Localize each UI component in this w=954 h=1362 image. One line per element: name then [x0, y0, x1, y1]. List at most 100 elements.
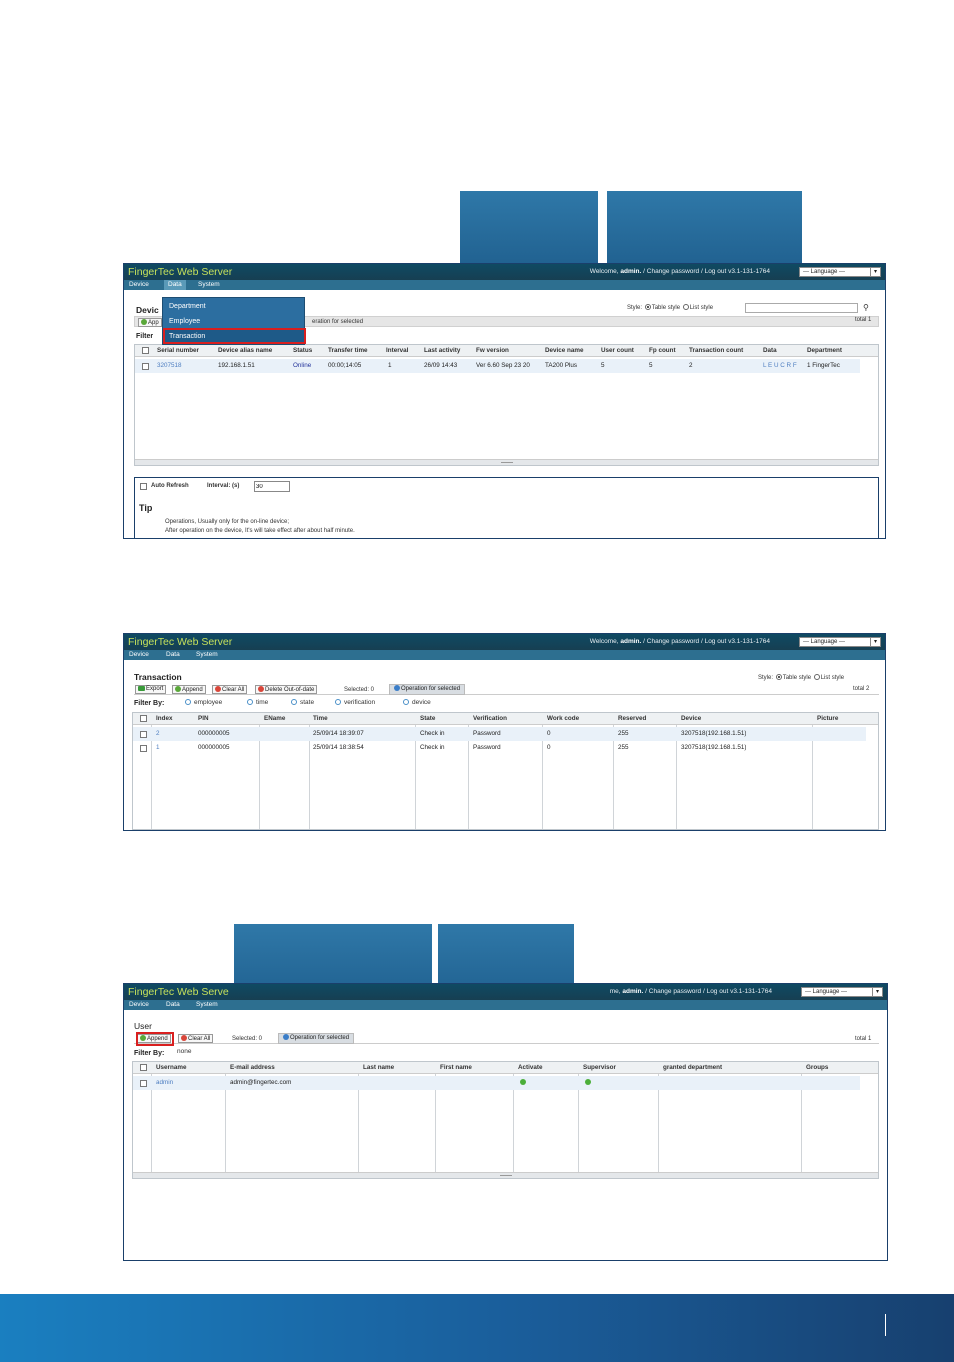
col-serial-number[interactable]: Serial number — [157, 347, 199, 354]
menu-data[interactable]: Data — [164, 280, 186, 290]
col-transfer-time[interactable]: Transfer time — [328, 347, 368, 354]
operation-for-selected[interactable]: eration for selected — [312, 319, 363, 325]
grid-resize-handle[interactable] — [133, 1172, 878, 1178]
cell-fw-version: Ver 6.60 Sep 23 20 — [476, 362, 530, 369]
export-icon — [138, 686, 145, 691]
user-table: Username E-mail address Last name First … — [132, 1061, 879, 1179]
append-button[interactable]: Append — [172, 685, 206, 694]
cell-reserved: 255 — [618, 744, 629, 751]
select-all-checkbox[interactable] — [140, 715, 147, 722]
menu-system[interactable]: System — [196, 651, 218, 658]
table-row[interactable]: 2 000000005 25/09/14 18:39:07 Check in P… — [133, 727, 866, 741]
interval-input[interactable] — [254, 481, 290, 492]
row-checkbox[interactable] — [140, 745, 147, 752]
menu-device[interactable]: Device — [129, 281, 149, 288]
table-header: Serial number Device alias name Status T… — [135, 345, 878, 357]
col-last-activity[interactable]: Last activity — [424, 347, 460, 354]
col-first-name[interactable]: First name — [440, 1064, 472, 1071]
col-time[interactable]: Time — [313, 715, 328, 722]
cell-username[interactable]: admin — [156, 1079, 173, 1086]
col-pin[interactable]: PIN — [198, 715, 209, 722]
select-all-checkbox[interactable] — [140, 1064, 147, 1071]
radio-table-style[interactable] — [644, 304, 651, 310]
col-reserved[interactable]: Reserved — [618, 715, 646, 722]
col-state[interactable]: State — [420, 715, 435, 722]
operation-for-selected[interactable]: Operation for selected — [278, 1033, 355, 1044]
menu-item-employee[interactable]: Employee — [163, 314, 304, 329]
col-groups[interactable]: Groups — [806, 1064, 828, 1071]
col-index[interactable]: Index — [156, 715, 172, 722]
export-button[interactable]: Export — [135, 685, 167, 694]
chevron-down-icon: ▾ — [870, 638, 880, 646]
table-row[interactable]: admin admin@fingertec.com — [133, 1076, 860, 1090]
filter-employee[interactable]: employee — [185, 699, 222, 706]
filter-device[interactable]: device — [403, 699, 431, 706]
cell-index[interactable]: 2 — [156, 730, 160, 737]
col-interval[interactable]: Interval — [386, 347, 408, 354]
col-status[interactable]: Status — [293, 347, 312, 354]
delete-out-of-date-button[interactable]: Delete Out-of-date — [255, 685, 318, 694]
search-input[interactable] — [745, 303, 858, 313]
cell-device: 3207518(192.168.1.51) — [681, 744, 747, 751]
check-icon — [520, 1079, 526, 1085]
col-verification[interactable]: Verification — [473, 715, 507, 722]
col-work-code[interactable]: Work code — [547, 715, 579, 722]
col-supervisor[interactable]: Supervisor — [583, 1064, 616, 1071]
language-select[interactable]: --- Language --- ▾ — [799, 637, 881, 647]
filter-state[interactable]: state — [291, 699, 314, 706]
col-device[interactable]: Device — [681, 715, 701, 722]
total-count: total 2 — [853, 686, 870, 692]
table-row[interactable]: 1 000000005 25/09/14 18:38:54 Check in P… — [133, 741, 866, 755]
row-checkbox[interactable] — [140, 731, 147, 738]
language-select[interactable]: --- Language --- ▾ — [799, 267, 881, 277]
language-select[interactable]: --- Language --- ▾ — [801, 987, 883, 997]
cell-time: 25/09/14 18:39:07 — [313, 730, 364, 737]
col-last-name[interactable]: Last name — [363, 1064, 394, 1071]
cell-data-links[interactable]: L E U C R F — [763, 362, 797, 369]
col-email[interactable]: E-mail address — [230, 1064, 275, 1071]
filter-verification[interactable]: verification — [335, 699, 375, 706]
search-icon — [185, 699, 191, 705]
menu-item-department[interactable]: Department — [163, 299, 304, 314]
col-user-count[interactable]: User count — [601, 347, 634, 354]
cell-last-activity: 26/09 14:43 — [424, 362, 458, 369]
cell-index[interactable]: 1 — [156, 744, 160, 751]
grid-resize-handle[interactable] — [135, 459, 878, 465]
col-picture[interactable]: Picture — [817, 715, 838, 722]
col-data[interactable]: Data — [763, 347, 777, 354]
col-username[interactable]: Username — [156, 1064, 186, 1071]
col-granted-department[interactable]: granted department — [663, 1064, 722, 1071]
clear-all-button[interactable]: Clear All — [178, 1034, 214, 1043]
table-row[interactable]: 3207518 192.168.1.51 Online 00:00;14:05 … — [135, 359, 860, 373]
filter-time[interactable]: time — [247, 699, 268, 706]
col-department[interactable]: Department — [807, 347, 842, 354]
col-fw-version[interactable]: Fw version — [476, 347, 509, 354]
row-checkbox[interactable] — [140, 1080, 147, 1087]
col-ename[interactable]: EName — [264, 715, 285, 722]
col-activate[interactable]: Activate — [518, 1064, 543, 1071]
radio-table-style[interactable] — [775, 674, 782, 680]
menu-bar: Device Data System — [124, 650, 885, 660]
clear-all-button[interactable]: Clear All — [212, 685, 248, 694]
col-transaction-count[interactable]: Transaction count — [689, 347, 743, 354]
highlight-append — [136, 1032, 174, 1046]
menu-device[interactable]: Device — [129, 651, 149, 658]
select-all-checkbox[interactable] — [142, 347, 149, 354]
menu-data[interactable]: Data — [166, 1001, 180, 1008]
menu-device[interactable]: Device — [129, 1001, 149, 1008]
radio-list-style[interactable] — [682, 304, 689, 310]
search-icon[interactable]: ⚲ — [863, 303, 869, 312]
col-device-alias[interactable]: Device alias name — [218, 347, 272, 354]
menu-system[interactable]: System — [198, 281, 220, 288]
col-fp-count[interactable]: Fp count — [649, 347, 676, 354]
auto-refresh-checkbox[interactable] — [140, 483, 147, 490]
operation-for-selected[interactable]: Operation for selected — [389, 684, 466, 695]
col-device-name[interactable]: Device name — [545, 347, 584, 354]
search-icon — [291, 699, 297, 705]
cell-serial[interactable]: 3207518 — [157, 362, 182, 369]
menu-data[interactable]: Data — [166, 651, 180, 658]
row-checkbox[interactable] — [142, 363, 149, 370]
menu-system[interactable]: System — [196, 1001, 218, 1008]
radio-list-style[interactable] — [813, 674, 820, 680]
append-button[interactable]: App — [138, 318, 162, 327]
